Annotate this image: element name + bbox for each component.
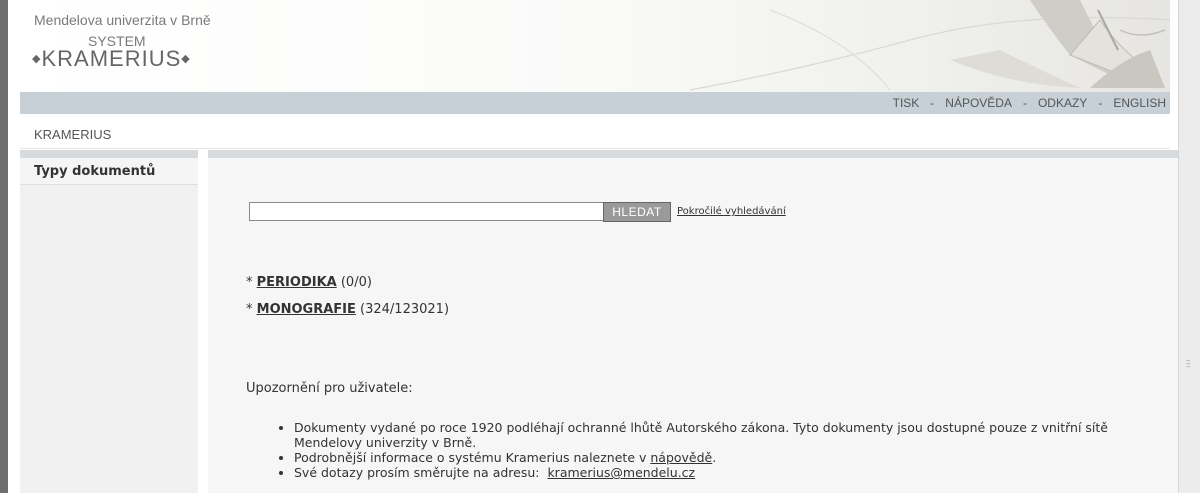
- search-button[interactable]: HLEDAT: [603, 202, 671, 222]
- search-input[interactable]: [249, 202, 605, 221]
- nav-separator: -: [1098, 96, 1103, 110]
- doc-type-link-monografie[interactable]: MONOGRAFIE: [257, 302, 356, 317]
- notice-list: Dokumenty vydané po roce 1920 podléhají …: [272, 420, 1174, 480]
- university-name: Mendelova univerzita v Brně: [34, 12, 211, 28]
- notice-text: Své dotazy prosím směrujte na adresu:: [294, 465, 540, 480]
- notice-text: Dokumenty vydané po roce 1920 podléhají …: [294, 420, 1109, 450]
- document-type-list: * PERIODIKA (0/0) * MONOGRAFIE (324/1230…: [246, 275, 449, 329]
- content-stripe: [208, 150, 1178, 158]
- notice-item-contact: Své dotazy prosím směrujte na adresu: kr…: [294, 465, 1174, 480]
- list-item: * MONOGRAFIE (324/123021): [246, 302, 449, 317]
- list-bullet: *: [246, 302, 253, 317]
- sidebar: Typy dokumentů: [20, 150, 198, 493]
- nav-separator: -: [1022, 96, 1027, 110]
- vertical-scrollbar[interactable]: – – –: [1178, 0, 1200, 493]
- doc-type-count: (0/0): [340, 275, 372, 290]
- notice-text: Podrobnější informace o systému Krameriu…: [294, 450, 647, 465]
- advanced-search-link[interactable]: Pokročilé vyhledávání: [677, 206, 786, 217]
- sidebar-stripe: [20, 150, 198, 158]
- notice-heading: Upozornění pro uživatele:: [246, 381, 413, 396]
- product-name: KRAMERIUS: [41, 46, 182, 71]
- open-book-illustration: [689, 0, 1170, 91]
- notice-item-help: Podrobnější informace o systému Krameriu…: [294, 450, 1174, 465]
- breadcrumb-item[interactable]: KRAMERIUS: [34, 127, 111, 142]
- doc-type-link-periodika[interactable]: PERIODIKA: [257, 275, 337, 290]
- nav-help[interactable]: NÁPOVĚDA: [945, 96, 1012, 110]
- breadcrumb: KRAMERIUS: [20, 120, 1170, 149]
- left-edge-bar: [0, 0, 8, 493]
- main-content: HLEDAT Pokročilé vyhledávání * PERIODIKA…: [208, 150, 1178, 493]
- contact-email-link[interactable]: kramerius@mendelu.cz: [547, 465, 695, 480]
- notice-text: .: [712, 450, 717, 465]
- nav-links[interactable]: ODKAZY: [1038, 96, 1087, 110]
- doc-type-count: (324/123021): [360, 302, 450, 317]
- scroll-grip-icon: – – –: [1186, 356, 1191, 372]
- notice-item-copyright: Dokumenty vydané po roce 1920 podléhají …: [294, 420, 1174, 450]
- list-bullet: *: [246, 275, 253, 290]
- product-logo[interactable]: ◆KRAMERIUS◆: [32, 46, 191, 72]
- list-item: * PERIODIKA (0/0): [246, 275, 449, 290]
- nav-print[interactable]: TISK: [893, 96, 920, 110]
- nav-separator: -: [930, 96, 935, 110]
- diamond-icon: ◆: [181, 53, 191, 65]
- site-header: Mendelova univerzita v Brně SYSTEM ◆KRAM…: [20, 0, 1170, 92]
- sidebar-title: Typy dokumentů: [20, 158, 198, 185]
- nav-english[interactable]: ENGLISH: [1113, 96, 1166, 110]
- help-link[interactable]: nápovědě: [650, 450, 712, 465]
- top-navigation: TISK - NÁPOVĚDA - ODKAZY - ENGLISH: [20, 92, 1170, 114]
